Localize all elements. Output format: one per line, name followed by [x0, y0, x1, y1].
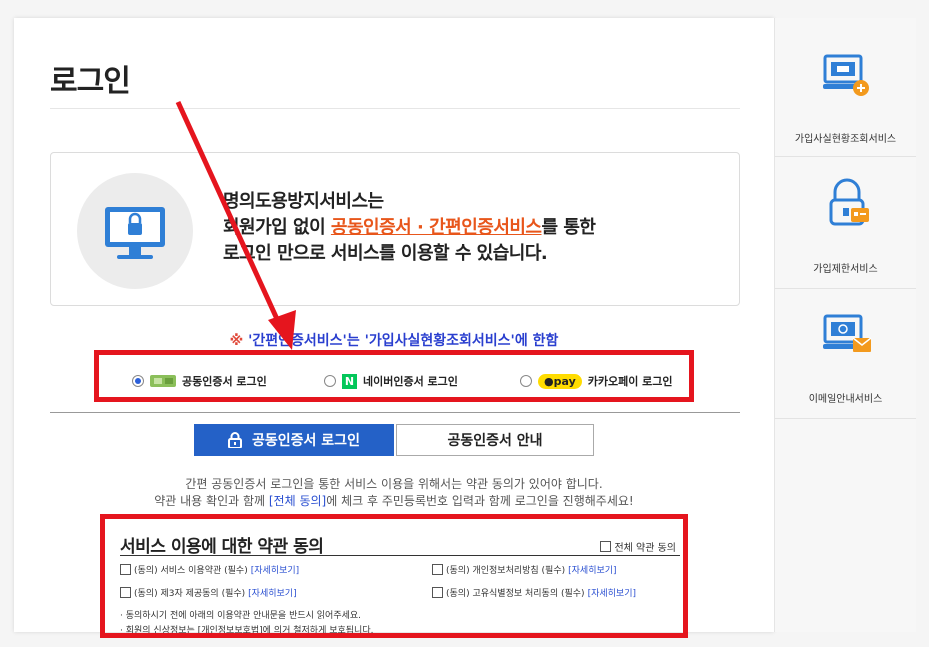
annotation-arrow-icon: [175, 100, 296, 350]
